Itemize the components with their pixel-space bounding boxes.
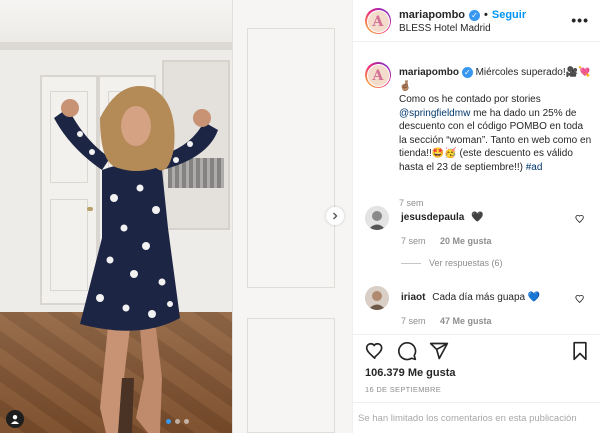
comment-timestamp[interactable]: 7 sem <box>401 236 426 246</box>
comment-text: 🖤 <box>471 212 484 223</box>
caption-mention-link[interactable]: @springfieldmw <box>399 108 470 119</box>
avatar[interactable] <box>365 286 389 310</box>
carousel-next-button[interactable] <box>326 207 344 225</box>
follow-button[interactable]: Seguir <box>492 9 526 21</box>
post-username[interactable]: mariapombo <box>399 9 465 21</box>
post-location[interactable]: BLESS Hotel Madrid <box>399 23 491 34</box>
carousel-dot <box>184 419 189 424</box>
comment-likes[interactable]: 47 Me gusta <box>440 316 492 326</box>
view-replies-button[interactable]: Ver respuestas (6) <box>401 258 503 268</box>
caption-text: Como os he contado por stories <box>399 94 541 105</box>
avatar[interactable]: A <box>365 8 391 34</box>
comment-item: jesusdepaula 🖤 7 sem 20 Me gusta <box>365 206 593 252</box>
chevron-right-icon <box>333 212 338 220</box>
like-heart-icon[interactable] <box>365 341 385 361</box>
caption-username[interactable]: mariapombo <box>399 67 459 78</box>
bookmark-icon[interactable] <box>571 341 589 361</box>
verified-badge-icon: ✓ <box>461 67 473 78</box>
comment-username[interactable]: iriaot <box>401 292 425 303</box>
photo-molding <box>0 42 232 50</box>
avatar[interactable] <box>365 206 389 230</box>
carousel-dot <box>175 419 180 424</box>
comment-timestamp[interactable]: 7 sem <box>401 316 426 326</box>
comments-section[interactable]: A mariapombo ✓ Miércoles superado!🎥💘🤞🏽 C… <box>353 42 600 334</box>
comment-username[interactable]: jesusdepaula <box>401 212 464 223</box>
carousel-dot <box>166 419 171 424</box>
photo-woman <box>54 86 218 433</box>
caption-hashtag-link[interactable]: #ad <box>526 162 543 173</box>
heart-icon[interactable] <box>575 214 585 224</box>
more-options-icon[interactable]: ••• <box>571 12 589 28</box>
comment-item: iriaot Cada día más guapa 💙 7 sem 47 Me … <box>365 286 593 332</box>
avatar[interactable]: A <box>365 62 391 88</box>
share-paper-plane-icon[interactable] <box>429 341 449 361</box>
post-photo[interactable] <box>0 0 352 433</box>
post-header: A mariapombo ✓ • Seguir BLESS Hotel Madr… <box>353 0 600 42</box>
comment-likes[interactable]: 20 Me gusta <box>440 236 492 246</box>
post-actions: 106.379 Me gusta 16 DE SEPTIEMBRE <box>353 334 600 402</box>
post-details-panel: A mariapombo ✓ • Seguir BLESS Hotel Madr… <box>352 0 600 433</box>
user-icon <box>11 415 19 424</box>
comment-bubble-icon[interactable] <box>397 341 417 361</box>
tagged-users-button[interactable] <box>6 410 24 428</box>
heart-icon[interactable] <box>575 294 585 304</box>
post-date[interactable]: 16 DE SEPTIEMBRE <box>365 385 441 394</box>
likes-count[interactable]: 106.379 Me gusta <box>365 367 456 379</box>
carousel-dots <box>166 419 189 424</box>
view-replies-label: Ver respuestas (6) <box>429 258 503 268</box>
comments-limited-notice: Se han limitado los comentarios en esta … <box>353 402 600 433</box>
comment-text: Cada día más guapa 💙 <box>432 292 541 303</box>
verified-badge-icon: ✓ <box>469 9 481 21</box>
